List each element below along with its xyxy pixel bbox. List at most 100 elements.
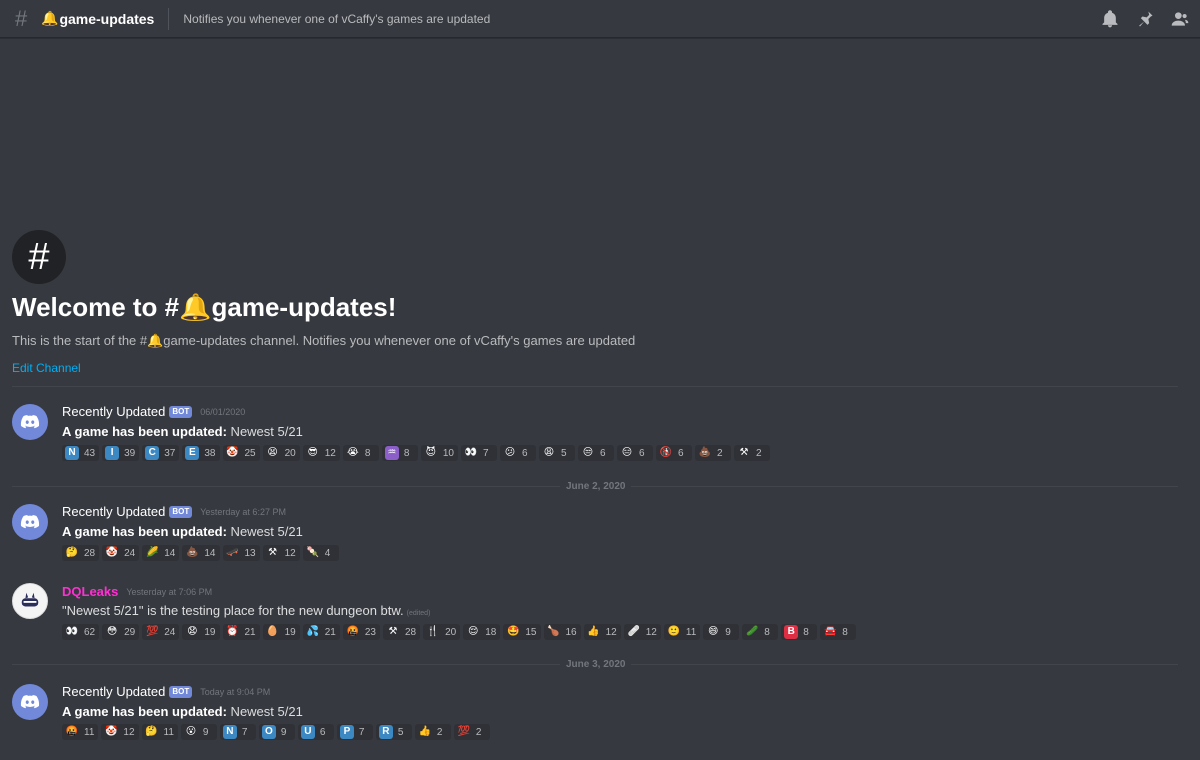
reaction-button[interactable]: 👀 62 [62,624,100,640]
reaction-button[interactable]: 😄 9 [703,624,740,640]
username[interactable]: Recently Updated [62,404,165,419]
reaction-button[interactable]: 🥒 8 [742,624,779,640]
reaction-button[interactable]: 👍 12 [583,624,621,640]
reaction-button[interactable]: 💩 14 [182,545,220,561]
username[interactable]: Recently Updated [62,684,165,699]
reaction-emoji-icon: 🛹 [226,547,239,558]
avatar[interactable] [12,504,48,540]
reaction-button[interactable]: O9 [258,724,295,740]
reaction-button[interactable]: 🤬 23 [342,624,380,640]
avatar[interactable] [12,583,48,619]
reaction-button[interactable]: 🌽 14 [142,545,180,561]
reaction-emoji-icon: 🤡 [105,726,118,737]
reaction-button[interactable]: 🤡 25 [222,445,260,461]
timestamp[interactable]: 06/01/2020 [200,407,245,417]
reaction-count: 2 [436,726,443,738]
reaction-count: 19 [284,626,296,638]
avatar[interactable] [12,404,48,440]
edited-tag: (edited) [406,610,431,617]
reaction-button[interactable]: N7 [219,724,256,740]
reaction-button[interactable]: 🛹 13 [222,545,260,561]
reaction-button[interactable]: 🥚 19 [262,624,300,640]
reaction-button[interactable]: 👀 7 [461,445,497,461]
reaction-button[interactable]: 😌 18 [463,624,501,640]
reaction-emoji-icon: 😫 [267,447,278,458]
reactions: N 43 I 39 C 37 E 38 🤡 25 😫 20 😎 12 😭 8 ♒ 8 😈 10 👀 7 😕 6 😩 5 😒 6 😑 6 🚯 6… [62,445,770,461]
reaction-button[interactable]: B8 [781,624,818,640]
message-content: A game has been updated: Newest 5/21 [62,524,303,539]
reaction-button[interactable]: ⏰ 21 [222,624,260,640]
reaction-button[interactable]: 😎 12 [302,445,340,461]
reaction-button[interactable]: 💯 2 [453,724,490,740]
reaction-button[interactable]: 👍 2 [414,724,451,740]
reaction-button[interactable]: P7 [336,724,373,740]
reaction-button[interactable]: 😭 8 [342,445,379,461]
reaction-emoji-icon: O [261,725,276,739]
reaction-count: 6 [522,447,528,459]
reaction-button[interactable]: 💦 21 [302,624,340,640]
reaction-count: 12 [324,447,336,459]
message-bold: A game has been updated: [62,704,227,719]
reaction-button[interactable]: 🤡 24 [102,545,140,561]
reaction-button[interactable]: 😩 5 [539,445,575,461]
reaction-count: 6 [678,447,684,459]
notification-bell-icon[interactable] [1099,8,1120,29]
avatar[interactable] [12,684,48,720]
reaction-button[interactable]: 😕 6 [500,445,536,461]
timestamp[interactable]: Yesterday at 6:27 PM [200,507,286,517]
timestamp[interactable]: Today at 9:04 PM [200,687,270,697]
reaction-button[interactable]: ⚒ 12 [262,545,300,561]
reaction-button[interactable]: 🤩 15 [503,624,541,640]
reaction-emoji-icon: I [105,446,120,460]
edit-channel-link[interactable]: Edit Channel [12,361,81,375]
reaction-button[interactable]: U6 [297,724,334,740]
reaction-emoji-icon: 🩹 [627,626,640,637]
reaction-emoji-icon: 💯 [457,726,471,737]
reaction-emoji-icon: 🥚 [266,626,279,637]
reaction-button[interactable]: R5 [375,724,412,740]
reaction-button[interactable]: 🚯 6 [656,445,692,461]
reaction-button[interactable]: 🤬 11 [62,724,99,740]
pin-icon[interactable] [1134,8,1155,29]
reaction-button[interactable]: ⚒ 2 [734,445,770,461]
reaction-count: 14 [164,547,176,559]
reaction-button[interactable]: N 43 [62,445,100,461]
reaction-count: 5 [397,726,404,738]
reaction-button[interactable]: 😑 6 [617,445,653,461]
reaction-button[interactable]: I 39 [102,445,140,461]
reaction-count: 21 [244,626,256,638]
reaction-button[interactable]: C 37 [142,445,180,461]
reaction-button[interactable]: 😫 20 [262,445,300,461]
reaction-emoji-icon: 😌 [468,626,479,637]
reaction-button[interactable]: E 38 [182,445,220,461]
discord-logo-icon [20,514,40,529]
reaction-emoji-icon: 😑 [621,447,633,458]
reaction-count: 24 [124,547,136,559]
reaction-button[interactable]: ♒ 8 [381,445,418,461]
reaction-button[interactable]: 😧 19 [182,624,220,640]
timestamp[interactable]: Yesterday at 7:06 PM [126,587,212,597]
reaction-button[interactable]: 😈 10 [420,445,458,461]
reaction-button[interactable]: 😒 6 [578,445,614,461]
reaction-button[interactable]: 🍡 4 [302,545,339,561]
discord-logo-icon [20,694,40,709]
channel-topic[interactable]: Notifies you whenever one of vCaffy's ga… [183,12,490,26]
reaction-button[interactable]: 🍴 20 [423,624,461,640]
reaction-button[interactable]: 🚘 8 [820,624,857,640]
username[interactable]: DQLeaks [62,584,118,599]
reaction-button[interactable]: 💩 2 [695,445,731,461]
reaction-button[interactable]: 💯 24 [142,624,180,640]
username[interactable]: Recently Updated [62,504,165,519]
reaction-button[interactable]: 🤡 12 [101,724,139,740]
reaction-emoji-icon: 🥒 [746,626,759,637]
reaction-emoji-icon: 😒 [582,447,594,458]
reaction-button[interactable]: 🩹 12 [623,624,661,640]
reaction-button[interactable]: 🤔 11 [141,724,178,740]
reaction-button[interactable]: 😳 29 [102,624,140,640]
reaction-button[interactable]: 🙂 11 [663,624,701,640]
member-list-icon[interactable] [1169,8,1190,29]
reaction-button[interactable]: 🍗 16 [543,624,581,640]
reaction-button[interactable]: ⚒ 28 [383,624,421,640]
reaction-button[interactable]: 😮 9 [180,724,217,740]
reaction-button[interactable]: 🤔 28 [62,545,100,561]
